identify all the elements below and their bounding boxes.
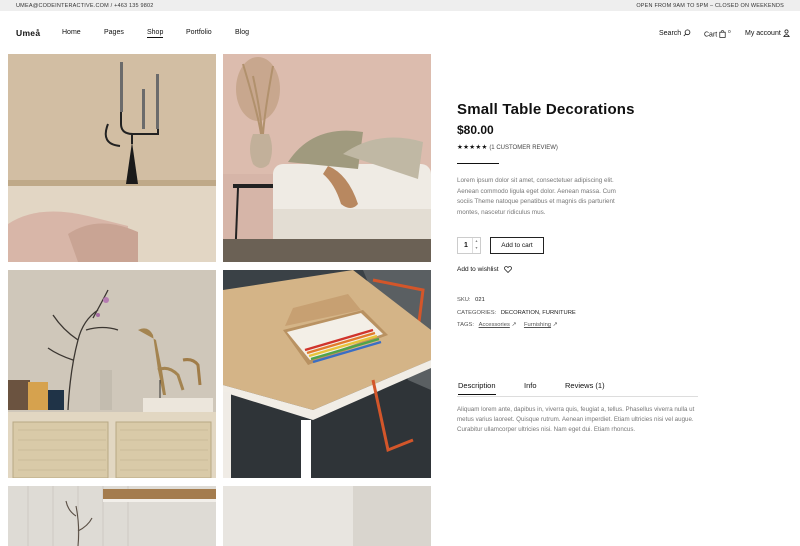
user-icon	[782, 29, 790, 37]
categories-row: CATEGORIES: DECORATION, FURNITURE	[457, 310, 576, 316]
site-logo[interactable]: Umeå	[16, 28, 40, 38]
menu-item-pages[interactable]: Pages	[104, 29, 124, 36]
opening-hours: OPEN FROM 9AM TO 5PM – CLOSED ON WEEKEND…	[636, 2, 784, 9]
description-tab-content: Aliquam lorem ante, dapibus in, viverra …	[457, 406, 695, 433]
cart-label: Cart	[704, 31, 718, 39]
search-label: Search	[659, 29, 682, 37]
pampas-sofa-photo[interactable]	[223, 54, 431, 262]
menu-item-blog[interactable]: Blog	[235, 29, 249, 36]
shopping-bag-icon	[719, 30, 726, 39]
heart-icon	[504, 266, 513, 273]
contact-info: UMEA@CODEINTERACTIVE.COM / +463 135 9802	[16, 2, 154, 9]
menu-item-home[interactable]: Home	[62, 29, 81, 36]
decrease-icon[interactable]: ▼	[473, 245, 480, 252]
increase-icon[interactable]: ▲	[473, 238, 480, 245]
tab-description[interactable]: Description	[458, 381, 496, 395]
external-link-icon: ↗	[511, 322, 517, 328]
branch-photo[interactable]	[8, 486, 216, 546]
cart-count: 0	[728, 29, 731, 34]
categories-links[interactable]: DECORATION, FURNITURE	[501, 310, 576, 316]
account-link[interactable]: My account	[745, 29, 790, 37]
sku-value: 021	[475, 297, 485, 303]
add-to-cart-button[interactable]: Add to cart	[490, 237, 544, 254]
product-tabs: Description Info Reviews (1)	[457, 381, 698, 397]
add-to-wishlist-link[interactable]: Add to wishlist	[457, 266, 513, 274]
categories-label: CATEGORIES:	[457, 310, 497, 316]
tab-reviews[interactable]: Reviews (1)	[565, 381, 605, 390]
title-divider	[457, 163, 499, 164]
rating-stars: ★★★★★	[457, 144, 488, 151]
product-rating: ★★★★★ (1 CUSTOMER REVIEW)	[457, 143, 558, 151]
tag-accessories[interactable]: Accessories	[479, 322, 510, 328]
sku-row: SKU: 021	[457, 297, 485, 303]
account-label: My account	[745, 29, 781, 37]
menu-item-shop[interactable]: Shop	[147, 29, 164, 38]
candle-holder-photo[interactable]	[8, 54, 216, 262]
top-bar: UMEA@CODEINTERACTIVE.COM / +463 135 9802…	[0, 0, 800, 11]
sku-label: SKU:	[457, 297, 471, 303]
tags-label: TAGS:	[457, 322, 474, 328]
product-price: $80.00	[457, 123, 494, 137]
tag-furnishing[interactable]: Furnishing	[524, 322, 551, 328]
search-link[interactable]: Search	[659, 29, 691, 37]
tags-row: TAGS: Accessories ↗ Furnishing ↗	[457, 322, 558, 328]
quantity-arrows[interactable]: ▲ ▼	[472, 238, 480, 253]
main-header: Umeå Home Pages Shop Portfolio Blog Sear…	[0, 11, 800, 54]
quantity-stepper[interactable]: 1 ▲ ▼	[457, 237, 481, 254]
table-pencils-photo[interactable]	[223, 270, 431, 478]
sideboard-birds-photo[interactable]	[8, 270, 216, 478]
review-count-link[interactable]: (1 CUSTOMER REVIEW)	[489, 145, 558, 151]
product-title: Small Table Decorations	[457, 101, 635, 118]
product-short-description: Lorem ipsum dolor sit amet, consectetuer…	[457, 177, 616, 216]
tab-info[interactable]: Info	[524, 381, 537, 390]
wishlist-label: Add to wishlist	[457, 266, 499, 274]
wall-photo[interactable]	[223, 486, 431, 546]
search-icon	[683, 29, 691, 37]
quantity-value[interactable]: 1	[464, 242, 468, 249]
external-link-icon: ↗	[552, 322, 558, 328]
menu-item-portfolio[interactable]: Portfolio	[186, 29, 212, 36]
cart-link[interactable]: Cart 0	[704, 29, 731, 38]
